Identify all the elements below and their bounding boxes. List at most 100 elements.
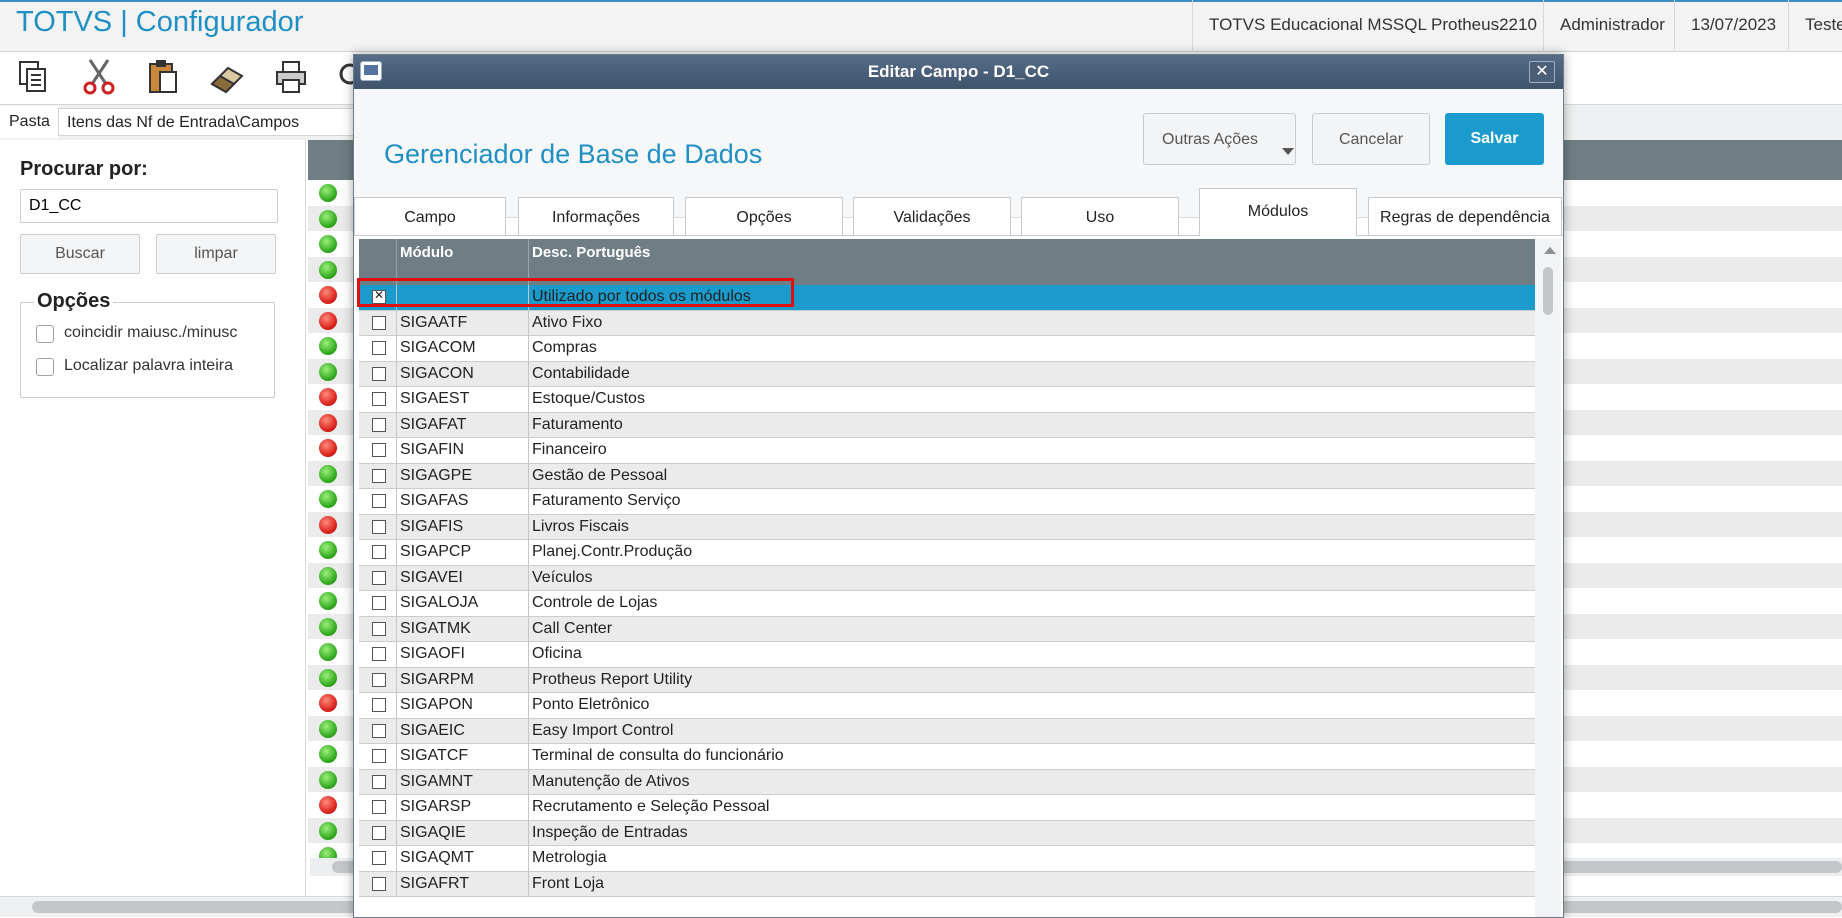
match-case-label[interactable]: coincidir maiusc./minusc [64,324,237,342]
whole-word-checkbox[interactable] [36,358,54,376]
module-row[interactable]: SIGAOFI Oficina [359,642,1541,668]
copy-icon[interactable] [14,58,52,96]
module-checkbox[interactable] [372,698,386,712]
module-checkbox[interactable] [372,800,386,814]
status-green-icon [319,464,337,483]
module-checkbox[interactable] [372,494,386,508]
cut-icon[interactable] [80,58,118,96]
module-row[interactable]: SIGACOM Compras [359,336,1541,362]
search-icon[interactable] [336,58,354,96]
buscar-button[interactable]: Buscar [20,234,140,274]
module-checkbox[interactable] [372,749,386,763]
module-checkbox[interactable] [372,468,386,483]
module-row[interactable]: SIGAQIE Inspeção de Entradas [359,820,1541,846]
tab-uso[interactable]: Uso [1021,197,1179,235]
column-header-descricao[interactable]: Desc. Português [532,244,650,261]
scroll-thumb[interactable] [1543,267,1553,315]
module-row[interactable]: SIGAGPE Gestão de Pessoal [359,463,1541,489]
tab-validacoes[interactable]: Validações [853,197,1011,235]
options-title: Opções [34,290,114,313]
module-row[interactable]: SIGAMNT Manutenção de Ativos [359,769,1541,795]
scroll-up-icon[interactable] [1544,247,1556,254]
module-description: Ponto Eletrônico [532,696,650,713]
status-green-icon [319,668,337,687]
module-description: Gestão de Pessoal [532,466,668,484]
status-red-icon [319,515,337,534]
module-row[interactable]: SIGAEIC Easy Import Control [359,718,1541,744]
module-row[interactable]: SIGAFIS Livros Fiscais [359,514,1541,540]
match-case-checkbox[interactable] [36,325,54,343]
module-checkbox[interactable] [372,341,386,355]
pasta-tab[interactable]: Pasta [0,106,59,138]
module-checkbox[interactable] [372,315,386,330]
module-description: Recrutamento e Seleção Pessoal [532,798,770,815]
module-row[interactable]: SIGACON Contabilidade [359,361,1541,387]
module-row[interactable]: SIGAFRT Front Loja [359,871,1541,897]
module-code: SIGAEST [400,390,470,407]
module-code: SIGAPCP [400,543,472,560]
module-row[interactable]: SIGALOJA Controle de Lojas [359,591,1541,617]
tab-opcoes[interactable]: Opções [685,197,843,235]
module-checkbox[interactable] [372,774,386,789]
status-red-icon [319,439,337,457]
module-checkbox[interactable] [372,519,386,534]
module-row[interactable]: SIGATMK Call Center [359,616,1541,642]
module-checkbox[interactable] [372,545,386,559]
tab-campo[interactable]: Campo [354,197,506,235]
module-row[interactable]: SIGAATF Ativo Fixo [359,310,1541,336]
whole-word-label[interactable]: Localizar palavra inteira [64,357,233,375]
module-checkbox[interactable] [372,392,386,406]
module-code: SIGAFIS [400,517,464,535]
outras-acoes-button[interactable]: Outras Ações [1143,113,1296,165]
module-description: Estoque/Custos [532,390,645,407]
module-row[interactable]: SIGATCF Terminal de consulta do funcionár… [359,744,1541,770]
module-checkbox[interactable] [372,596,386,610]
limpar-button[interactable]: limpar [156,234,276,274]
modules-vertical-scrollbar[interactable] [1535,239,1561,917]
module-row[interactable]: SIGARPM Protheus Report Utility [359,667,1541,693]
module-checkbox[interactable] [372,876,386,891]
chevron-down-icon[interactable] [1282,148,1294,155]
search-input[interactable] [20,189,278,223]
module-checkbox[interactable] [372,417,386,432]
status-red-icon [319,311,337,330]
module-checkbox[interactable] [372,621,386,636]
module-row[interactable]: SIGAFAS Faturamento Serviço [359,489,1541,515]
module-checkbox[interactable] [372,672,386,687]
cancelar-button[interactable]: Cancelar [1312,113,1430,165]
status-green-icon [319,617,337,636]
module-checkbox[interactable] [372,851,386,865]
column-header-modulo[interactable]: Módulo [400,244,453,261]
module-checkbox[interactable] [372,825,386,840]
module-code: SIGAGPE [400,466,473,484]
paste-icon[interactable] [144,58,182,96]
salvar-button[interactable]: Salvar [1445,113,1544,165]
module-checkbox[interactable] [372,366,386,381]
print-icon[interactable] [273,58,311,96]
tab-informacoes[interactable]: Informações [518,197,674,235]
eraser-icon[interactable] [208,58,246,96]
module-description: Veículos [532,568,593,586]
status-red-icon [319,694,337,712]
module-checkbox[interactable] [372,723,386,738]
module-description: Livros Fiscais [532,517,629,535]
module-row[interactable]: SIGAPON Ponto Eletrônico [359,693,1541,719]
module-description: Front Loja [532,874,605,892]
module-row[interactable]: SIGAFIN Financeiro [359,438,1541,464]
module-code: SIGACOM [400,339,476,356]
module-checkbox[interactable] [372,443,386,457]
module-row[interactable]: SIGARSP Recrutamento e Seleção Pessoal [359,795,1541,821]
status-green-icon [319,566,337,585]
module-row[interactable]: SIGAVEI Veículos [359,565,1541,591]
close-icon[interactable]: ✕ [1529,61,1555,83]
module-checkbox[interactable] [372,570,386,585]
tab-modulos[interactable]: Módulos [1199,188,1357,236]
module-row[interactable]: SIGAQMT Metrologia [359,846,1541,872]
module-row[interactable]: SIGAFAT Faturamento [359,412,1541,438]
module-code: SIGAQMT [400,849,474,866]
module-checkbox[interactable] [372,647,386,661]
user-label[interactable]: Administrador [1543,0,1681,50]
module-row[interactable]: SIGAPCP Planej.Contr.Produção [359,540,1541,566]
tab-regras-dependencia[interactable]: Regras de dependência [1368,197,1562,235]
module-row[interactable]: SIGAEST Estoque/Custos [359,387,1541,413]
